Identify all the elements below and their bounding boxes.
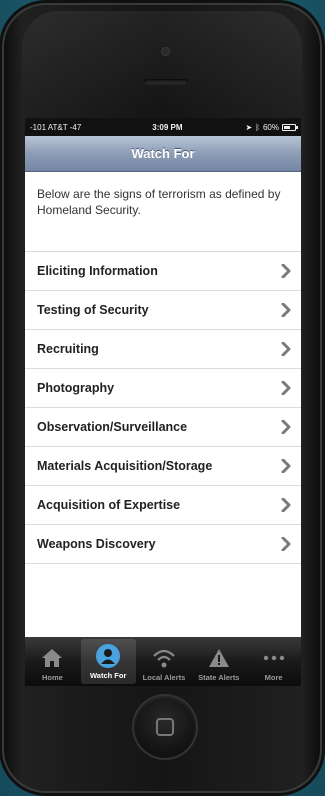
tab-label: Local Alerts [142, 673, 186, 682]
tab-more[interactable]: More [246, 637, 301, 686]
list-item-label: Testing of Security [37, 303, 149, 317]
tab-home[interactable]: Home [25, 637, 80, 686]
eye-icon [95, 643, 121, 669]
more-dots-icon [263, 645, 285, 671]
list-item[interactable]: Testing of Security [25, 291, 301, 330]
list-item-label: Acquisition of Expertise [37, 498, 181, 512]
list-item[interactable]: Recruiting [25, 330, 301, 369]
list-item-label: Eliciting Information [37, 264, 158, 278]
navigation-bar: Watch For [25, 136, 301, 172]
tab-state-alerts[interactable]: State Alerts [191, 637, 246, 686]
list-item-label: Observation/Surveillance [37, 420, 188, 434]
chevron-right-icon [281, 342, 291, 356]
chevron-right-icon [281, 264, 291, 278]
list-item[interactable]: Materials Acquisition/Storage [25, 447, 301, 486]
home-button-square-icon [156, 718, 174, 736]
battery-percent: 60% [262, 122, 279, 132]
tab-label: Home [41, 673, 63, 682]
list-item-label: Recruiting [37, 342, 99, 356]
intro-text: Below are the signs of terrorism as defi… [25, 172, 301, 252]
chevron-right-icon [281, 459, 291, 473]
list-item[interactable]: Eliciting Information [25, 252, 301, 291]
list-item[interactable]: Weapons Discovery [25, 525, 301, 564]
chevron-right-icon [281, 303, 291, 317]
status-time: 3:09 PM [152, 122, 183, 132]
broadcast-icon [152, 645, 176, 671]
list-item-label: Photography [37, 381, 115, 395]
list-item-label: Weapons Discovery [37, 537, 156, 551]
earpiece-speaker [144, 79, 188, 85]
phone-sheen [22, 11, 302, 111]
list-item-label: Materials Acquisition/Storage [37, 459, 213, 473]
chevron-right-icon [281, 498, 291, 512]
status-right: ➤ ᛒ 60% [245, 122, 298, 132]
chevron-right-icon [281, 381, 291, 395]
signs-list: Eliciting Information Testing of Security… [25, 252, 301, 564]
tab-local-alerts[interactable]: Local Alerts [137, 637, 192, 686]
tab-bar: Home Watch For Local Alerts State Alerts Mor… [25, 637, 301, 686]
battery-fill [284, 125, 290, 129]
status-bar: -101 AT&T -47 3:09 PM ➤ ᛒ 60% [25, 118, 301, 136]
bluetooth-icon: ᛒ [255, 122, 260, 132]
tab-label: Watch For [90, 671, 127, 680]
tab-label: State Alerts [198, 673, 240, 682]
list-item[interactable]: Acquisition of Expertise [25, 486, 301, 525]
home-button[interactable] [134, 696, 196, 758]
location-arrow-icon: ➤ [245, 122, 253, 132]
battery-icon [282, 123, 298, 131]
house-icon [41, 645, 63, 671]
chevron-right-icon [281, 420, 291, 434]
tab-label: More [264, 673, 283, 682]
tab-watch-for[interactable]: Watch For [80, 639, 136, 684]
list-item[interactable]: Observation/Surveillance [25, 408, 301, 447]
front-camera [162, 48, 169, 55]
nav-title: Watch For [131, 146, 195, 161]
list-item[interactable]: Photography [25, 369, 301, 408]
warning-icon [208, 645, 230, 671]
chevron-right-icon [281, 537, 291, 551]
screen: -101 AT&T -47 3:09 PM ➤ ᛒ 60% Watch For … [25, 118, 301, 686]
carrier-signal: -101 AT&T -47 [30, 122, 82, 132]
